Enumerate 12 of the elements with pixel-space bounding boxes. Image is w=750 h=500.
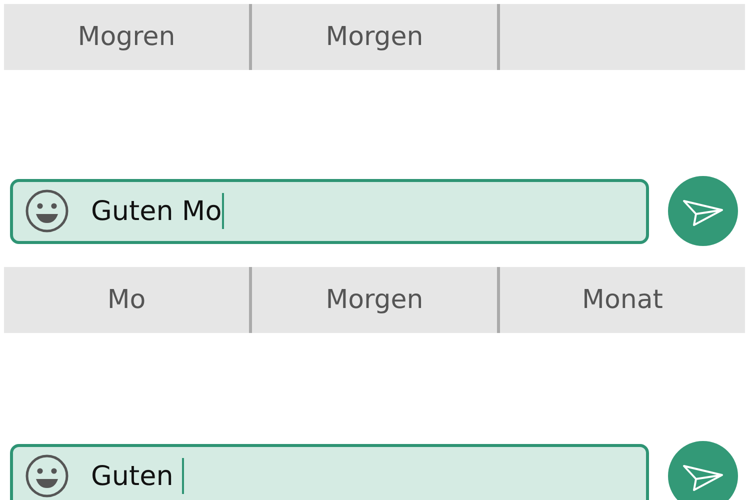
text-caret	[182, 458, 184, 494]
smiley-icon[interactable]	[25, 189, 69, 233]
smiley-icon[interactable]	[25, 454, 69, 498]
message-field[interactable]: Guten	[10, 444, 649, 500]
suggestion-button[interactable]: Monat	[497, 267, 745, 333]
text-caret	[222, 193, 224, 229]
suggestion-button[interactable]: Mogren	[4, 4, 249, 70]
suggestion-button[interactable]: Morgen	[249, 4, 497, 70]
message-field[interactable]: Guten Mo	[10, 178, 649, 244]
suggestion-button[interactable]: Mo	[4, 267, 249, 333]
suggestion-button[interactable]: Morgen	[249, 267, 497, 333]
send-button[interactable]	[668, 441, 738, 500]
